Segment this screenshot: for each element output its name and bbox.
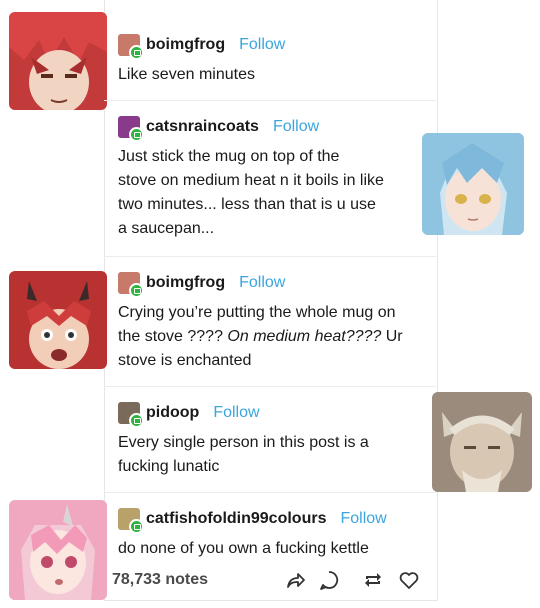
share-icon[interactable]	[284, 569, 306, 591]
reblog-icon[interactable]	[362, 569, 384, 591]
follow-button[interactable]: Follow	[213, 404, 259, 422]
user-avatar[interactable]	[118, 34, 144, 60]
follow-button[interactable]: Follow	[239, 274, 285, 292]
avatar-red-hair-horned-character	[9, 271, 107, 369]
post-footer: 78,733 notes	[104, 567, 436, 597]
reblog-badge-icon	[129, 519, 144, 534]
reblog-badge-icon	[129, 283, 144, 298]
text-line: Crying you’re putting the whole mug on	[118, 304, 396, 321]
text-line: fucking lunatic	[118, 458, 220, 475]
username[interactable]: catsnraincoats	[146, 118, 259, 136]
avatar-pink-hair-character	[9, 500, 107, 600]
reply-4: pidoop Follow Every single person in thi…	[104, 386, 436, 492]
avatar-old-man-character	[432, 392, 532, 492]
reply-text: Every single person in this post is a fu…	[118, 431, 418, 479]
text-line: Every single person in this post is a	[118, 434, 369, 451]
reblog-badge-icon	[129, 127, 144, 142]
user-avatar[interactable]	[118, 402, 144, 428]
reply-text: Crying you’re putting the whole mug on t…	[118, 301, 418, 373]
user-avatar[interactable]	[118, 116, 144, 142]
reply-text: Just stick the mug on top of the stove o…	[118, 145, 418, 241]
text-line: Just stick the mug on top of the	[118, 148, 340, 165]
text-line: two minutes... less than that is u use	[118, 196, 376, 213]
text-line: stove on medium heat n it boils in like	[118, 172, 384, 189]
reblog-badge-icon	[129, 413, 144, 428]
follow-button[interactable]: Follow	[340, 510, 386, 528]
reply-3: boimgfrog Follow Crying you’re putting t…	[104, 256, 436, 386]
username[interactable]: pidoop	[146, 404, 199, 422]
reply-text: do none of you own a fucking kettle	[118, 537, 418, 561]
like-icon[interactable]	[398, 569, 420, 591]
follow-button[interactable]: Follow	[273, 118, 319, 136]
reply-1: boimgfrog Follow Like seven minutes	[104, 0, 436, 100]
text-line: stove is enchanted	[118, 352, 252, 369]
reply-icon[interactable]	[318, 569, 340, 591]
reply-5: catfishofoldin99colours Follow do none o…	[104, 492, 436, 567]
reblog-badge-icon	[129, 45, 144, 60]
italic-text: On medium heat????	[227, 328, 382, 345]
follow-button[interactable]: Follow	[239, 36, 285, 54]
reply-2: catsnraincoats Follow Just stick the mug…	[104, 100, 436, 256]
text-span: the stove ????	[118, 328, 223, 345]
text-line: do none of you own a fucking kettle	[118, 540, 369, 557]
user-avatar[interactable]	[118, 508, 144, 534]
avatar-blue-hair-character	[422, 133, 524, 235]
notes-count[interactable]: 78,733 notes	[112, 571, 208, 589]
avatar-red-hair-character	[9, 12, 107, 110]
text-line: Like seven minutes	[118, 66, 255, 83]
username[interactable]: boimgfrog	[146, 274, 225, 292]
text-line: the stove ???? On medium heat???? Ur	[118, 325, 418, 349]
reply-text: Like seven minutes	[118, 63, 418, 87]
username[interactable]: catfishofoldin99colours	[146, 510, 326, 528]
username[interactable]: boimgfrog	[146, 36, 225, 54]
user-avatar[interactable]	[118, 272, 144, 298]
text-line: a saucepan...	[118, 220, 215, 237]
text-span: Ur	[385, 328, 403, 345]
